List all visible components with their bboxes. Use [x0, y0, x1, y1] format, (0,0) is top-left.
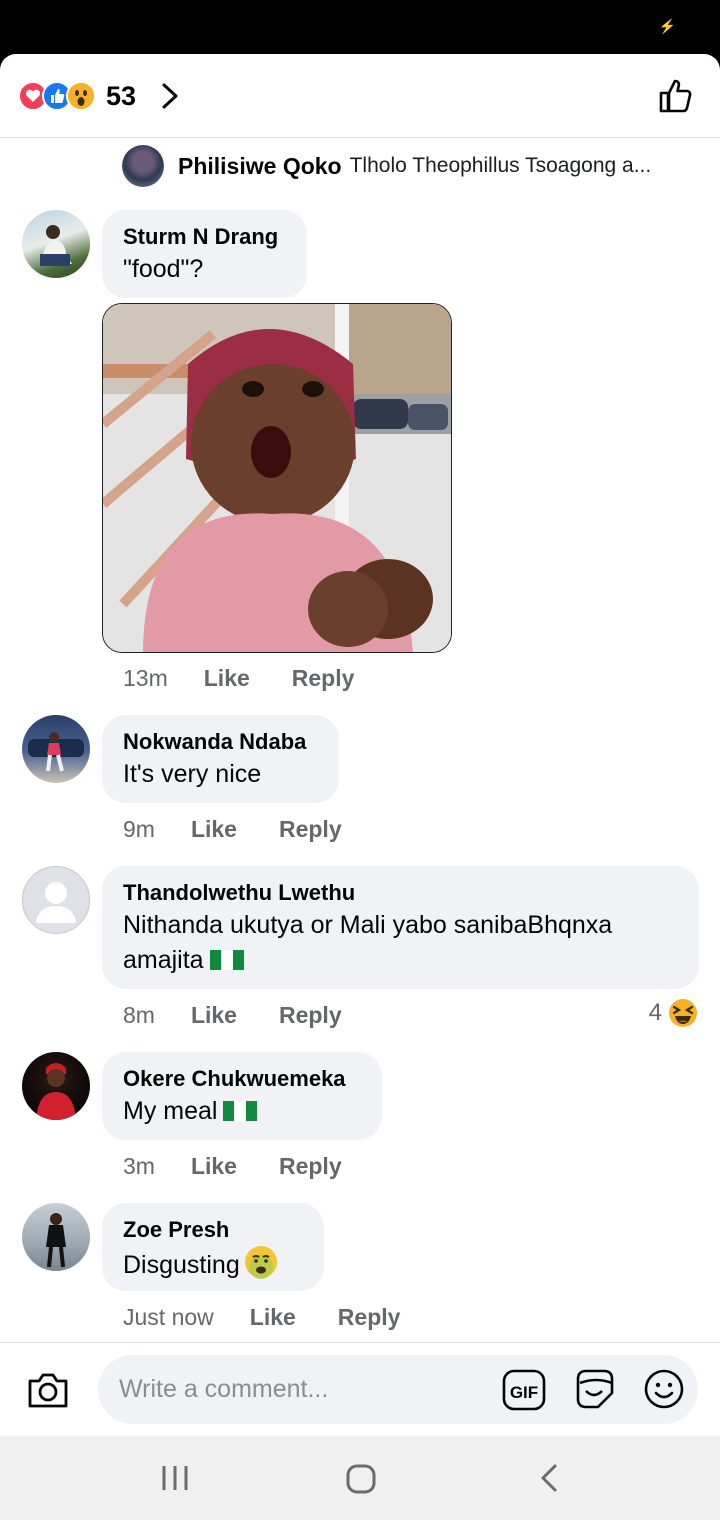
nigeria-flag-icon	[223, 1101, 258, 1121]
nigeria-flag-icon	[209, 950, 244, 970]
thumbs-up-icon[interactable]	[658, 78, 694, 119]
like-button[interactable]: Like	[191, 1153, 237, 1180]
comment-bubble[interactable]: Okere Chukwuemeka My meal	[102, 1052, 382, 1140]
comment-author[interactable]: Sturm N Drang	[123, 222, 287, 252]
comment-actions: 8m Like Reply	[123, 1002, 342, 1029]
reply-button[interactable]: Reply	[279, 1002, 342, 1029]
like-button[interactable]: Like	[191, 1002, 237, 1029]
comment-time: 13m	[123, 665, 168, 691]
reply-button[interactable]: Reply	[338, 1304, 401, 1331]
status-bar: ⚡	[0, 0, 720, 54]
comment-time: 3m	[123, 1153, 155, 1179]
comment-bubble[interactable]: Zoe Presh Disgusting	[102, 1203, 324, 1291]
comment-actions: 9m Like Reply	[123, 816, 342, 843]
typing-text: Tlholo Theophillus Tsoagong a...	[349, 154, 652, 177]
reactions-header: 53	[0, 54, 720, 138]
reply-button[interactable]: Reply	[292, 665, 355, 692]
comment-time: 8m	[123, 1002, 155, 1028]
avatar[interactable]	[22, 210, 90, 278]
wow-icon	[66, 81, 96, 111]
comment-actions: 3m Like Reply	[123, 1153, 342, 1180]
nauseated-emoji-icon	[244, 1246, 277, 1279]
charging-icon: ⚡	[658, 18, 676, 34]
comments-sheet: 53 Philisiwe Qoko Tlholo Theophillus Tso…	[0, 54, 720, 1436]
comment-author[interactable]: Okere Chukwuemeka	[123, 1064, 362, 1094]
comment-photo[interactable]	[102, 303, 452, 653]
laughing-emoji-icon	[669, 999, 697, 1027]
back-icon[interactable]	[538, 1463, 560, 1498]
avatar[interactable]	[22, 866, 90, 934]
comment-composer: GIF	[0, 1342, 720, 1436]
comment-author[interactable]: Thandolwethu Lwethu	[123, 878, 679, 908]
comment-actions: 13m Like Reply	[123, 665, 354, 692]
typing-name: Philisiwe Qoko	[178, 152, 342, 179]
avatar[interactable]	[22, 1203, 90, 1271]
reply-button[interactable]: Reply	[279, 816, 342, 843]
avatar	[122, 145, 164, 187]
comment-text: Nithanda ukutya or Mali yabo sanibaBhqnx…	[123, 911, 613, 974]
like-button[interactable]: Like	[204, 665, 250, 692]
camera-icon[interactable]	[26, 1370, 70, 1415]
comment-author[interactable]: Zoe Presh	[123, 1215, 304, 1245]
comment-bubble[interactable]: Nokwanda Ndaba It's very nice	[102, 715, 339, 803]
home-icon[interactable]	[346, 1464, 376, 1499]
reply-button[interactable]: Reply	[279, 1153, 342, 1180]
comment-text: "food"?	[123, 255, 204, 283]
comment-bubble[interactable]: Sturm N Drang "food"?	[102, 210, 307, 298]
like-button[interactable]: Like	[250, 1304, 296, 1331]
typing-indicator: Philisiwe Qoko Tlholo Theophillus Tsoago…	[122, 144, 685, 188]
comment-actions: Just now Like Reply	[123, 1304, 400, 1331]
svg-text:GIF: GIF	[510, 1383, 538, 1402]
avatar[interactable]	[22, 1052, 90, 1120]
comment-text: My meal	[123, 1094, 362, 1129]
comment-author[interactable]: Nokwanda Ndaba	[123, 727, 319, 757]
comment-bubble[interactable]: Thandolwethu Lwethu Nithanda ukutya or M…	[102, 866, 699, 989]
reaction-summary[interactable]: 53	[18, 80, 136, 112]
like-button[interactable]: Like	[191, 816, 237, 843]
comment-time: Just now	[123, 1304, 214, 1330]
comment-text: It's very nice	[123, 760, 262, 788]
emoji-icon[interactable]	[643, 1368, 685, 1415]
chevron-right-icon[interactable]	[160, 82, 180, 115]
comment-time: 9m	[123, 816, 155, 842]
comment-text: Disgusting	[123, 1245, 304, 1283]
sticker-icon[interactable]	[572, 1367, 616, 1416]
reaction-count: 53	[106, 80, 137, 111]
recent-apps-icon[interactable]	[160, 1464, 190, 1497]
system-navigation-bar	[0, 1436, 720, 1520]
avatar[interactable]	[22, 715, 90, 783]
gif-icon[interactable]: GIF	[502, 1369, 546, 1416]
comment-reaction-count[interactable]: 4	[649, 998, 698, 1028]
